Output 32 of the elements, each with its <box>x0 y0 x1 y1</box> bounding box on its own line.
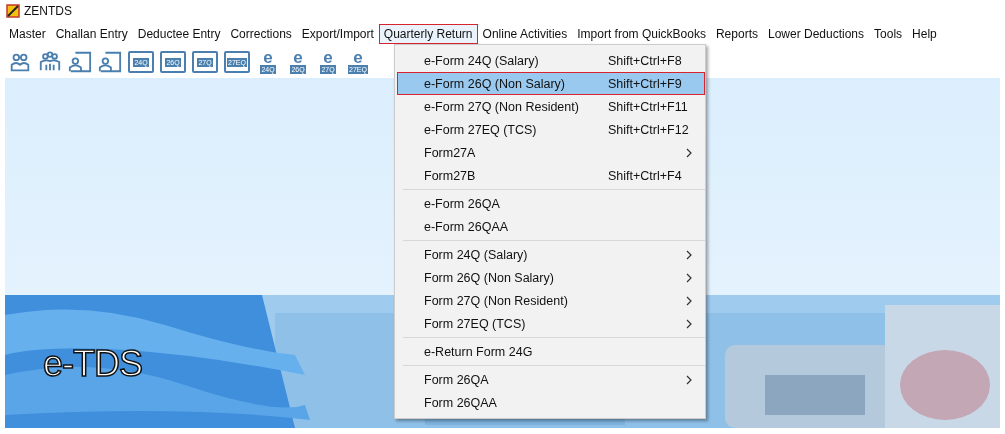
dropdown-item[interactable]: e-Form 27Q (Non Resident) Shift+Ctrl+F11 <box>397 95 705 118</box>
dropdown-item[interactable]: Form 27EQ (TCS) <box>397 312 705 335</box>
dropdown-item[interactable]: Form 24Q (Salary) <box>397 243 705 266</box>
menu-item[interactable]: Quarterly Return <box>378 24 478 44</box>
user-frame-icon[interactable] <box>68 50 92 74</box>
user-frame-icon[interactable] <box>98 50 122 74</box>
menu-item[interactable]: Lower Deductions <box>763 24 870 44</box>
window-title: ZENTDS <box>24 4 72 18</box>
menu-item[interactable]: Master <box>4 24 51 44</box>
dropdown-item[interactable]: e-Form 26QA <box>397 192 705 215</box>
dropdown-item[interactable]: Form 26QA <box>397 368 705 391</box>
app-icon <box>6 4 20 18</box>
banner-title: e-TDS <box>43 343 142 385</box>
menu-item[interactable]: Corrections <box>225 24 297 44</box>
menu-item[interactable]: Reports <box>710 24 763 44</box>
dropdown-item[interactable]: e-Form 26QAA <box>397 215 705 238</box>
dropdown-item[interactable]: e-Return Form 24G <box>397 340 705 363</box>
dropdown-item[interactable]: e-Form 27EQ (TCS) Shift+Ctrl+F12 <box>397 118 705 141</box>
menu-item[interactable]: Tools <box>869 24 908 44</box>
menu-item[interactable]: Help <box>907 24 942 44</box>
menu-item[interactable]: Export/Import <box>296 24 379 44</box>
dropdown-item[interactable]: Form 26QAA <box>397 391 705 414</box>
menu-item[interactable]: Challan Entry <box>50 24 133 44</box>
dropdown-item[interactable]: e-Form 26Q (Non Salary) Shift+Ctrl+F9 <box>397 72 705 95</box>
dropdown-item[interactable]: Form 27Q (Non Resident) <box>397 289 705 312</box>
menu-item[interactable]: Deductee Entry <box>132 24 226 44</box>
dropdown-item[interactable]: Form27A <box>397 141 705 164</box>
dropdown-item[interactable]: Form 26Q (Non Salary) <box>397 266 705 289</box>
dropdown-item[interactable]: Form27B Shift+Ctrl+F4 <box>397 164 705 187</box>
menu-item[interactable]: Import from QuickBooks <box>572 24 711 44</box>
dropdown-item[interactable]: e-Form 24Q (Salary) Shift+Ctrl+F8 <box>397 49 705 72</box>
menu-item[interactable]: Online Activities <box>477 24 573 44</box>
